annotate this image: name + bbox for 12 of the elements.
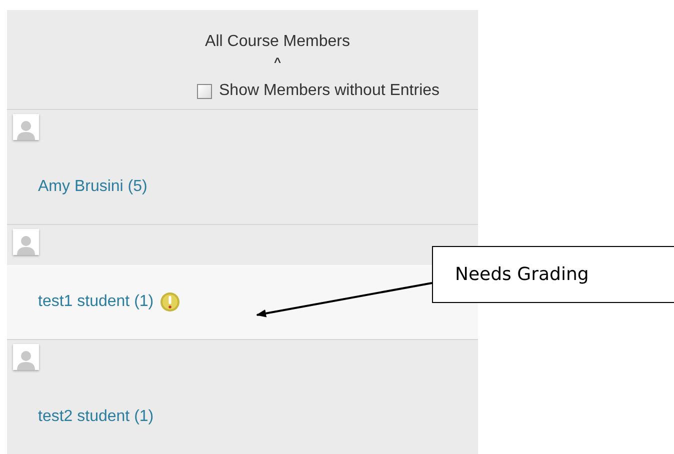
member-row[interactable]: test2 student (1)	[7, 380, 478, 454]
member-row[interactable]: Amy Brusini (5)	[7, 150, 478, 224]
checkbox-label: Show Members without Entries	[219, 81, 440, 101]
avatar-icon	[13, 114, 39, 140]
avatar-icon	[13, 344, 39, 370]
avatar-icon	[13, 229, 39, 255]
member-link[interactable]: test2 student (1)	[38, 405, 154, 429]
member-link[interactable]: test1 student (1)	[38, 290, 154, 314]
collapse-button[interactable]: ^	[274, 55, 281, 69]
panel-title: All Course Members	[205, 32, 350, 52]
member-link[interactable]: Amy Brusini (5)	[38, 175, 148, 199]
checkbox[interactable]	[197, 84, 212, 98]
